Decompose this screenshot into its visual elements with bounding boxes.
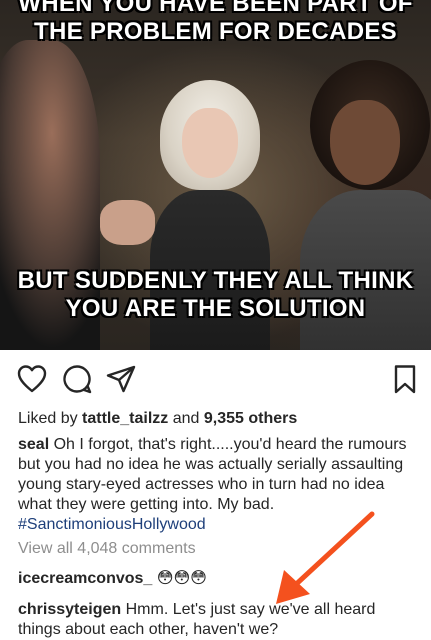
caption-hashtag-link[interactable]: #SanctimoniousHollywood (18, 516, 206, 533)
likes-summary: Liked by tattle_tailzz and 9,355 others (18, 409, 418, 429)
comment-username-link[interactable]: icecreamconvos_ (18, 570, 152, 587)
caption-username-link[interactable]: seal (18, 436, 49, 453)
photo-hand (100, 200, 155, 245)
post-image[interactable]: WHEN YOU HAVE BEEN PART OF THE PROBLEM F… (0, 0, 431, 350)
comment-bubble-icon[interactable] (61, 363, 93, 395)
paper-plane-icon[interactable] (105, 363, 137, 395)
annotation-arrow-icon (276, 511, 375, 604)
meme-bottom-line1: BUT SUDDENLY THEY ALL THINK (17, 267, 414, 294)
meme-top-text: WHEN YOU HAVE BEEN PART OF THE PROBLEM F… (18, 0, 413, 45)
comment-username-link[interactable]: chrissyteigen (18, 601, 121, 618)
post-action-bar (0, 363, 431, 399)
meme-bottom-text: BUT SUDDENLY THEY ALL THINK YOU ARE THE … (0, 267, 431, 323)
meme-bottom-line2: YOU ARE THE SOLUTION (65, 295, 366, 322)
caption-text: Oh I forgot, that's right.....you'd hear… (18, 436, 407, 513)
comment-text: 😳😳😳 (152, 570, 207, 587)
likes-prefix: Liked by (18, 410, 83, 427)
liked-by-user-link[interactable]: tattle_tailzz (82, 410, 168, 427)
heart-icon[interactable] (16, 363, 48, 395)
likes-middle: and (168, 410, 204, 427)
likes-count-link[interactable]: 9,355 others (204, 410, 297, 427)
bookmark-icon[interactable] (390, 363, 420, 395)
